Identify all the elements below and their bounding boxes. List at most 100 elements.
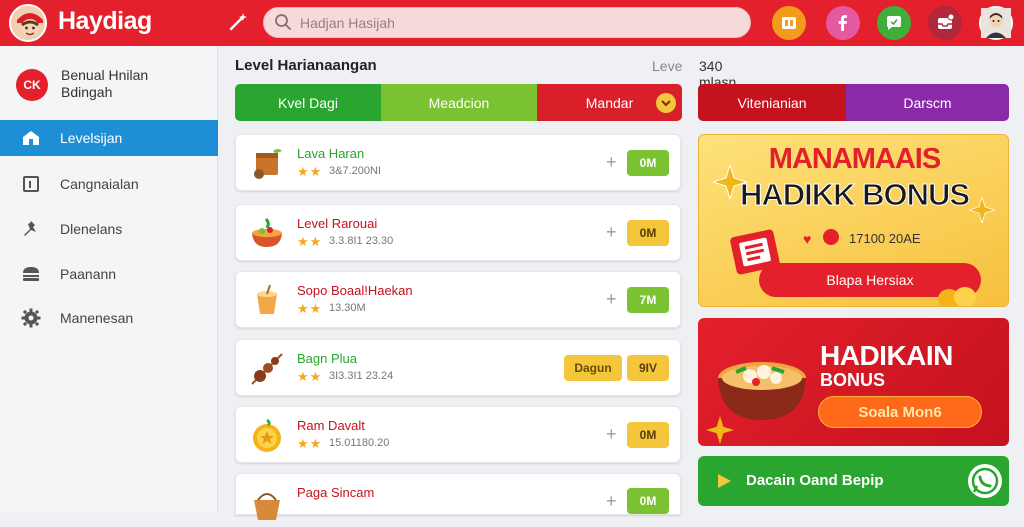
sidebar-item-label: Manenesan xyxy=(60,310,134,326)
price-button[interactable]: 0M xyxy=(627,422,669,448)
add-icon[interactable]: + xyxy=(606,222,617,243)
button-label: Blapa Hersiax xyxy=(826,272,914,288)
book-icon xyxy=(20,173,42,195)
sidebar-item-dlenelans[interactable]: Dlenelans xyxy=(0,211,218,247)
rating-stars: ★★ xyxy=(297,369,323,384)
inbox-notification-icon[interactable] xyxy=(928,6,962,40)
cup-icon xyxy=(248,282,286,320)
bonus-banner-yellow[interactable]: MANAMAAIS HADIKK BONUS ♥ 17100 20AE Blap… xyxy=(698,134,1009,307)
badge-icon xyxy=(823,229,839,245)
add-icon[interactable]: + xyxy=(606,152,617,173)
sidebar-item-manenesan[interactable]: Manenesan xyxy=(0,300,218,336)
play-button[interactable]: Dacain Oand Bepip xyxy=(698,456,1009,506)
home-icon xyxy=(20,127,42,149)
play-button-label: Dacain Oand Bepip xyxy=(746,472,884,489)
item-meta: 3.3.8I1 23.30 xyxy=(329,235,394,247)
main-panel: Level Harianaangan Leve 340 mlasn Kvel D… xyxy=(219,46,736,520)
tab-label: Vitenianian xyxy=(737,94,807,111)
item-name: Paga Sincam xyxy=(297,485,375,500)
rating-stars: ★★ xyxy=(297,301,323,316)
crate-icon xyxy=(248,145,286,183)
basket-icon xyxy=(248,484,286,522)
rating-stars: ★★ xyxy=(297,234,323,249)
list-item[interactable]: Bagn Plua ★★ 3I3.3I1 23.24 Dagun 9IV xyxy=(235,339,681,396)
banner-title: HADIKAIN xyxy=(820,340,953,371)
item-name: Lava Haran xyxy=(297,146,365,161)
price-button[interactable]: 9IV xyxy=(627,355,669,381)
sidebar-item-label: Dlenelans xyxy=(60,221,123,237)
profile-badge: CK xyxy=(16,69,48,101)
profile-name: Benual Hnilan Bdingah xyxy=(61,67,149,100)
button-label: Soala Mon6 xyxy=(858,403,942,421)
tab-label: Meadcion xyxy=(428,94,490,111)
chat-icon[interactable] xyxy=(877,6,911,40)
list-item[interactable]: Lava Haran ★★ 3&7.200NI + 0M xyxy=(235,134,681,191)
tab-label: Darscm xyxy=(903,94,952,111)
price-button[interactable]: 0M xyxy=(627,150,669,176)
price-button[interactable]: 7M xyxy=(627,287,669,313)
item-meta: 13.30M xyxy=(329,302,366,314)
bonus-banner-red[interactable]: HADIKAIN BONUS Soala Mon6 xyxy=(698,318,1009,446)
gear-icon xyxy=(20,307,42,329)
add-icon[interactable]: + xyxy=(606,424,617,445)
tab-meadcion[interactable]: Meadcion xyxy=(381,84,537,121)
sidebar-item-label: Levelsijan xyxy=(60,130,123,146)
item-meta: 15.01180.20 xyxy=(329,437,390,449)
magic-wand-icon[interactable] xyxy=(226,11,250,35)
bonus-action-button[interactable]: Soala Mon6 xyxy=(818,396,982,428)
level-label: Leve xyxy=(652,58,683,74)
play-icon xyxy=(718,474,731,488)
sparkle-icon xyxy=(706,416,734,444)
list-item[interactable]: Ram Davalt ★★ 15.01180.20 + 0M xyxy=(235,406,681,463)
meat-skewer-icon xyxy=(248,350,286,388)
user-avatar-icon[interactable] xyxy=(979,6,1013,40)
item-name: Level Rarouai xyxy=(297,216,378,231)
heart-icon: ♥ xyxy=(803,231,812,247)
profile-card[interactable]: CK Benual Hnilan Bdingah xyxy=(14,66,214,126)
promo-panel: Vitenianian Darscm MANAMAAIS HADIKK BONU… xyxy=(698,46,1010,512)
coupon-icon xyxy=(730,229,780,275)
sidebar-item-levelsijan[interactable]: Levelsijan xyxy=(0,120,218,156)
tab-mandar[interactable]: Mandar xyxy=(537,84,682,121)
level-tabs: Kvel Dagi Meadcion Mandar xyxy=(235,84,682,121)
coins-icon xyxy=(938,287,976,306)
list-item[interactable]: Paga Sincam + 0M xyxy=(235,473,681,520)
price-button[interactable]: 0M xyxy=(627,488,669,514)
add-icon[interactable]: + xyxy=(606,289,617,310)
whatsapp-icon[interactable] xyxy=(966,462,1004,500)
item-name: Ram Davalt xyxy=(297,418,365,433)
chevron-down-icon[interactable] xyxy=(656,93,676,113)
search-bar[interactable] xyxy=(263,7,751,38)
tab-kvel-dagi[interactable]: Kvel Dagi xyxy=(235,84,381,121)
search-input[interactable] xyxy=(300,14,720,31)
rating-stars: ★★ xyxy=(297,164,323,179)
tab-vitenianian[interactable]: Vitenianian xyxy=(698,84,846,121)
facebook-icon[interactable] xyxy=(826,6,860,40)
tab-darscm[interactable]: Darscm xyxy=(846,84,1009,121)
tab-label: Kvel Dagi xyxy=(278,94,338,111)
sidebar-item-label: Cangnaialan xyxy=(60,176,139,192)
sidebar: CK Benual Hnilan Bdingah Levelsijan Cang… xyxy=(0,46,218,512)
pin-icon xyxy=(20,218,42,240)
rating-stars: ★★ xyxy=(297,436,323,451)
price-button[interactable]: 0M xyxy=(627,220,669,246)
promo-tabs: Vitenianian Darscm xyxy=(698,84,1009,121)
add-icon[interactable]: + xyxy=(606,491,617,512)
chef-avatar-icon[interactable] xyxy=(9,4,47,42)
sidebar-item-paanann[interactable]: Paanann xyxy=(0,256,218,292)
app-logo[interactable]: Haydiag xyxy=(58,7,152,36)
search-icon xyxy=(274,13,294,33)
item-name: Bagn Plua xyxy=(297,351,357,366)
sidebar-item-cangnaialan[interactable]: Cangnaialan xyxy=(0,166,218,202)
banner-title: MANAMAAIS xyxy=(768,143,941,175)
list-item[interactable]: Level Rarouai ★★ 3.3.8I1 23.30 + 0M xyxy=(235,204,681,261)
burger-icon xyxy=(20,263,42,285)
extra-button[interactable]: Dagun xyxy=(564,355,622,381)
banner-subtitle: HADIKK BONUS xyxy=(739,177,970,213)
store-icon[interactable] xyxy=(772,6,806,40)
bonus-date: 17100 20AE xyxy=(849,231,921,246)
top-bar: Haydiag xyxy=(0,0,1024,46)
list-item[interactable]: Sopo Boaal!Haekan ★★ 13.30M + 7M xyxy=(235,271,681,328)
soup-bowl-icon xyxy=(718,362,806,420)
sidebar-item-label: Paanann xyxy=(60,266,117,282)
